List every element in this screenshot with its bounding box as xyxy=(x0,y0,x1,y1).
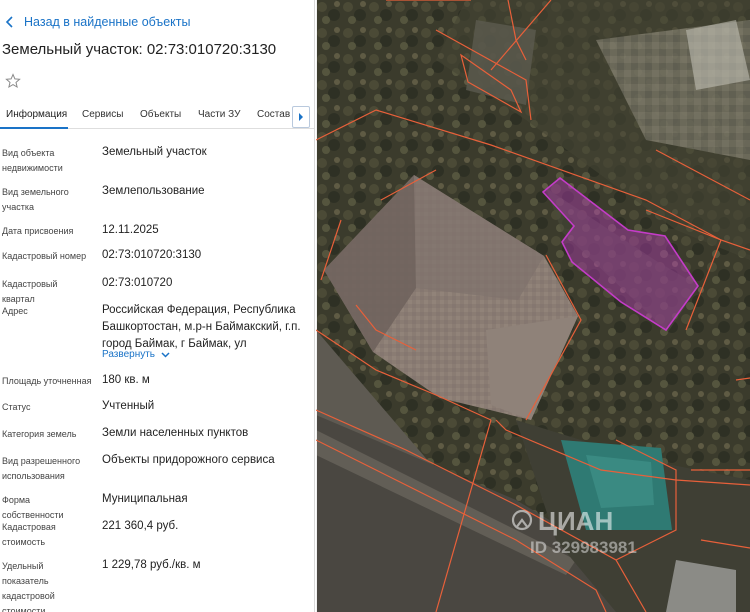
detail-label: Площадь уточненная xyxy=(2,376,92,386)
detail-label: Удельный показатель кадастровой стоимост… xyxy=(2,561,55,612)
satellite-map[interactable]: ЦИАН ID 329983981 xyxy=(316,0,750,612)
expand-address-link[interactable]: Развернуть xyxy=(102,349,170,360)
page-title: Земельный участок: 02:73:010720:3130 xyxy=(2,41,277,58)
watermark-id: ID 329983981 xyxy=(530,538,637,557)
detail-label: Кадастровый квартал xyxy=(2,279,58,304)
detail-label: Категория земель xyxy=(2,429,77,439)
back-link[interactable]: Назад в найденные объекты xyxy=(4,13,190,31)
active-tab-indicator xyxy=(0,127,68,129)
chevron-down-icon xyxy=(161,352,170,358)
detail-value: 221 360,4 руб. xyxy=(102,520,179,532)
detail-label: Форма собственности xyxy=(2,495,64,520)
detail-value: Земельный участок xyxy=(102,146,207,158)
back-link-label: Назад в найденные объекты xyxy=(24,15,191,29)
expand-address-label: Развернуть xyxy=(102,349,156,360)
detail-label: Кадастровая стоимость xyxy=(2,522,56,547)
detail-label: Вид объекта недвижимости xyxy=(2,148,63,173)
map-imagery xyxy=(316,0,750,612)
tab-composition[interactable]: Состав xyxy=(257,109,290,120)
detail-value: 02:73:010720 xyxy=(102,277,173,289)
tab-bar: Информация Сервисы Объекты Части ЗУ Сост… xyxy=(0,103,314,129)
detail-value: 1 229,78 руб./кв. м xyxy=(102,559,201,571)
star-outline-icon[interactable] xyxy=(5,73,21,89)
chevron-right-icon xyxy=(299,113,303,121)
watermark-brand: ЦИАН xyxy=(538,506,613,536)
chevron-left-icon xyxy=(5,16,13,28)
detail-value: Землепользование xyxy=(102,185,205,197)
detail-value: Объекты придорожного сервиса xyxy=(102,454,275,466)
tab-services[interactable]: Сервисы xyxy=(82,109,123,120)
detail-value: Учтенный xyxy=(102,400,155,412)
address-value: Российская Федерация, Республика Башкорт… xyxy=(102,304,301,350)
tab-parts[interactable]: Части ЗУ xyxy=(198,109,240,120)
tab-objects[interactable]: Объекты xyxy=(140,109,181,120)
tab-information[interactable]: Информация xyxy=(6,109,67,120)
detail-label: Вид разрешенного использования xyxy=(2,456,81,481)
detail-label: Вид земельного участка xyxy=(2,187,69,212)
info-panel: Назад в найденные объекты Земельный учас… xyxy=(0,0,315,612)
detail-value: 180 кв. м xyxy=(102,374,150,386)
detail-value: 12.11.2025 xyxy=(102,224,159,236)
tabs-next-button[interactable] xyxy=(292,106,310,128)
detail-label: Адрес xyxy=(2,306,28,316)
detail-label: Дата присвоения xyxy=(2,226,74,236)
detail-value: 02:73:010720:3130 xyxy=(102,249,202,261)
detail-label: Кадастровый номер xyxy=(2,251,87,261)
detail-value: Земли населенных пунктов xyxy=(102,427,249,439)
detail-value: Муниципальная xyxy=(102,493,188,505)
detail-label: Статус xyxy=(2,402,31,412)
